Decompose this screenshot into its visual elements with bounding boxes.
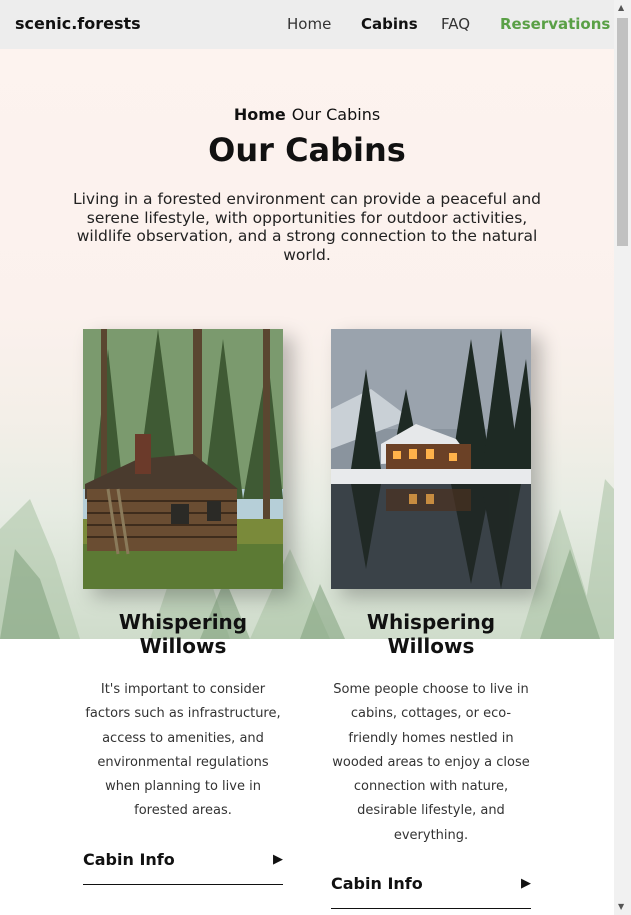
card-title-2: Whispering Willows [366, 610, 496, 658]
intro-text: Living in a forested environment can pro… [72, 190, 542, 264]
top-navbar: scenic.forests Home Cabins FAQ Reservati… [0, 0, 614, 49]
scroll-down-icon[interactable]: ▼ [618, 902, 624, 911]
scrollbar[interactable]: ▲ ▼ [614, 0, 631, 915]
card-title-1: Whispering Willows [118, 610, 248, 658]
brand-logo[interactable]: scenic.forests [15, 14, 141, 33]
cabin-info-label-1: Cabin Info [83, 850, 175, 869]
nav-reservations[interactable]: Reservations [500, 15, 610, 33]
cabin-info-link-1[interactable]: Cabin Info ▶ [83, 850, 283, 885]
nav-cabins[interactable]: Cabins [361, 15, 418, 33]
cabin-info-link-2[interactable]: Cabin Info ▶ [331, 874, 531, 909]
page-title: Our Cabins [208, 131, 406, 169]
cabin-image-forest[interactable] [83, 329, 283, 589]
card-description-1: It's important to consider factors such … [85, 682, 281, 819]
breadcrumb: Home Our Cabins [0, 105, 614, 124]
scroll-up-icon[interactable]: ▲ [618, 3, 624, 12]
cabin-image-lake[interactable] [331, 329, 531, 589]
card-description-2: Some people choose to live in cabins, co… [332, 682, 530, 843]
nav-faq[interactable]: FAQ [441, 15, 470, 33]
breadcrumb-home[interactable]: Home [234, 105, 286, 124]
nav-home[interactable]: Home [287, 15, 331, 33]
breadcrumb-current: Our Cabins [291, 105, 381, 124]
play-arrow-icon: ▶ [521, 876, 531, 891]
cabin-info-label-2: Cabin Info [331, 874, 423, 893]
scrollbar-thumb[interactable] [617, 18, 628, 246]
play-arrow-icon: ▶ [273, 852, 283, 867]
